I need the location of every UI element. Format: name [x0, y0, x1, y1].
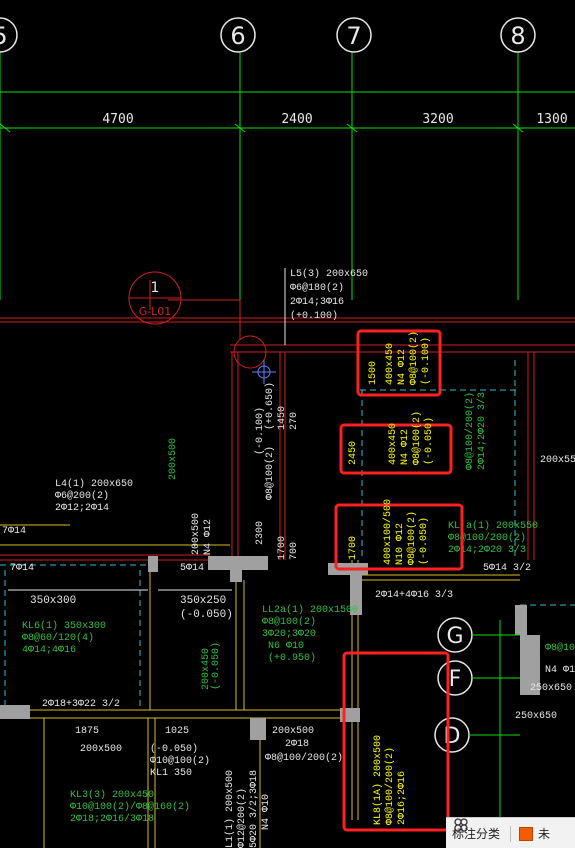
dim-1: 4700	[102, 112, 133, 127]
highlight-box-4	[342, 651, 450, 832]
svg-text:Φ8@100(2): Φ8@100(2)	[411, 411, 423, 465]
svg-text:N10 Φ12: N10 Φ12	[395, 523, 406, 565]
svg-text:200x550: 200x550	[540, 455, 575, 466]
svg-text:N4 Φ12: N4 Φ12	[203, 519, 214, 555]
axis-label-7: 7	[346, 22, 361, 50]
svg-text:N4 Φ12: N4 Φ12	[397, 349, 408, 385]
svg-text:400x450: 400x450	[388, 423, 399, 465]
svg-text:Φ8@60/120(4): Φ8@60/120(4)	[22, 632, 94, 644]
svg-text:1450: 1450	[277, 406, 288, 430]
svg-text:Φ8@10(2): Φ8@10(2)	[545, 642, 575, 654]
legend-swatch[interactable]	[519, 826, 534, 841]
cad-drawing: 5 6 7 8 4700 2400 3200 1300 1 G-L01	[0, 17, 575, 848]
axis-label-6: 6	[230, 22, 245, 50]
svg-text:(-0.100): (-0.100)	[254, 407, 266, 455]
svg-text:700: 700	[289, 542, 300, 560]
svg-text:Φ8@100(2): Φ8@100(2)	[408, 331, 420, 385]
svg-text:200x500: 200x500	[272, 726, 314, 737]
svg-text:Φ8@100/200(2): Φ8@100/200(2)	[448, 532, 526, 544]
svg-text:1500: 1500	[368, 361, 379, 385]
svg-text:Φ12@200(2): Φ12@200(2)	[236, 788, 248, 848]
svg-text:350x250: 350x250	[180, 595, 226, 607]
svg-text:2Φ14+4Φ16 3/3: 2Φ14+4Φ16 3/3	[375, 589, 453, 601]
svg-text:(-0.050): (-0.050)	[180, 609, 233, 621]
svg-text:Φ8@100(2): Φ8@100(2)	[406, 511, 418, 565]
legend-label-2[interactable]: 未	[538, 825, 550, 842]
svg-text:Φ8@100/200(2): Φ8@100/200(2)	[384, 747, 396, 825]
svg-text:KL1 350: KL1 350	[150, 768, 192, 779]
svg-text:(-0.100): (-0.100)	[420, 337, 432, 385]
detail-ref: G-L01	[139, 305, 172, 318]
svg-text:Φ10@100(2)/Φ8@160(2): Φ10@100(2)/Φ8@160(2)	[70, 801, 190, 813]
svg-text:Φ8@100/200(2): Φ8@100/200(2)	[464, 392, 476, 470]
svg-text:(-0.050): (-0.050)	[418, 517, 430, 565]
svg-text:LL2a(1) 200x1500: LL2a(1) 200x1500	[262, 604, 358, 616]
detail-num: 1	[151, 280, 160, 296]
axis-label-8: 8	[510, 22, 525, 50]
svg-text:1875: 1875	[75, 726, 99, 737]
svg-text:2Φ14;2Φ20 3/3: 2Φ14;2Φ20 3/3	[476, 392, 488, 470]
svg-text:Φ6@200(2): Φ6@200(2)	[55, 490, 109, 502]
grid-label-d: D	[444, 724, 461, 749]
svg-text:4Φ14;4Φ16: 4Φ14;4Φ16	[22, 645, 76, 656]
svg-text:N4 Φ12: N4 Φ12	[545, 665, 575, 676]
dim-3: 3200	[422, 112, 453, 127]
svg-text:N4 Φ12: N4 Φ12	[400, 429, 411, 465]
svg-text:2300: 2300	[255, 521, 266, 545]
svg-text:Φ10@100(2): Φ10@100(2)	[150, 755, 210, 767]
svg-text:200x500: 200x500	[191, 513, 202, 555]
svg-text:KL6(1) 350x300: KL6(1) 350x300	[22, 620, 106, 632]
kl8-rot: 200x500	[168, 438, 179, 480]
svg-text:2Φ18+3Φ22 3/2: 2Φ18+3Φ22 3/2	[42, 698, 120, 710]
svg-text:2Φ18;2Φ16/3Φ18: 2Φ18;2Φ16/3Φ18	[70, 813, 154, 825]
svg-text:Φ8@100(2): Φ8@100(2)	[262, 616, 316, 628]
svg-text:250x650: 250x650	[515, 711, 557, 722]
annotation-legend-bar[interactable]: 标注分类 未	[446, 817, 575, 848]
svg-text:350x300: 350x300	[30, 595, 76, 607]
svg-text:Φ8@100/200(2): Φ8@100/200(2)	[265, 752, 343, 764]
svg-text:2Φ12;2Φ14: 2Φ12;2Φ14	[55, 503, 109, 514]
svg-text:1700: 1700	[348, 536, 359, 560]
grid-label-f: F	[449, 667, 462, 692]
svg-text:5Φ14: 5Φ14	[180, 563, 204, 574]
svg-text:(+0.950): (+0.950)	[268, 652, 316, 664]
svg-text:5Φ20 3/2;3Φ18: 5Φ20 3/2;3Φ18	[248, 770, 260, 848]
svg-text:2Φ14;3Φ16: 2Φ14;3Φ16	[290, 297, 344, 308]
svg-text:5Φ14 3/2: 5Φ14 3/2	[483, 562, 531, 574]
l5-line1: L5(3) 200x650	[290, 268, 368, 280]
svg-text:Φ6@180(2): Φ6@180(2)	[290, 282, 344, 294]
svg-text:2450: 2450	[348, 441, 359, 465]
axis-label-5: 5	[0, 22, 8, 50]
svg-text:L4(1) 200x650: L4(1) 200x650	[55, 478, 133, 490]
svg-text:200x500: 200x500	[80, 744, 122, 755]
svg-text:1700: 1700	[277, 536, 288, 560]
svg-text:400x450: 400x450	[385, 343, 396, 385]
kl8-line1: KL8(1A) 200x500	[372, 735, 384, 825]
legend-divider	[510, 825, 512, 842]
dim-4: 1300	[536, 112, 567, 127]
svg-text:2Φ14;2Φ20 3/3: 2Φ14;2Φ20 3/3	[448, 544, 526, 556]
cad-viewport[interactable]: 5 6 7 8 4700 2400 3200 1300 1 G-L01	[0, 0, 575, 848]
svg-text:2Φ16;2Φ16: 2Φ16;2Φ16	[397, 771, 408, 825]
wall	[0, 705, 30, 719]
grid-icon[interactable]	[454, 818, 468, 832]
svg-text:2Φ18: 2Φ18	[285, 739, 309, 750]
svg-text:400x100/500: 400x100/500	[382, 499, 394, 565]
svg-text:7Φ14: 7Φ14	[2, 526, 26, 537]
svg-text:L1(1) 200x500: L1(1) 200x500	[224, 770, 236, 848]
svg-text:(-0.050): (-0.050)	[150, 743, 198, 755]
svg-text:N4 Φ10: N4 Φ10	[261, 794, 272, 830]
svg-text:(+0.100): (+0.100)	[290, 310, 338, 322]
dim-2: 2400	[281, 112, 312, 127]
svg-text:270: 270	[289, 412, 300, 430]
svg-text:3Φ20;3Φ20: 3Φ20;3Φ20	[262, 629, 316, 640]
svg-text:1025: 1025	[165, 726, 189, 737]
grid-label-g: G	[446, 624, 463, 649]
svg-text:N6 Φ10: N6 Φ10	[268, 641, 304, 652]
svg-text:(-0.050): (-0.050)	[423, 417, 435, 465]
svg-text:(-0.050): (-0.050)	[210, 642, 222, 690]
svg-text:250x650: 250x650	[530, 683, 572, 694]
svg-text:7Φ14: 7Φ14	[10, 563, 34, 574]
svg-text:KL3(3) 200x450: KL3(3) 200x450	[70, 789, 154, 801]
